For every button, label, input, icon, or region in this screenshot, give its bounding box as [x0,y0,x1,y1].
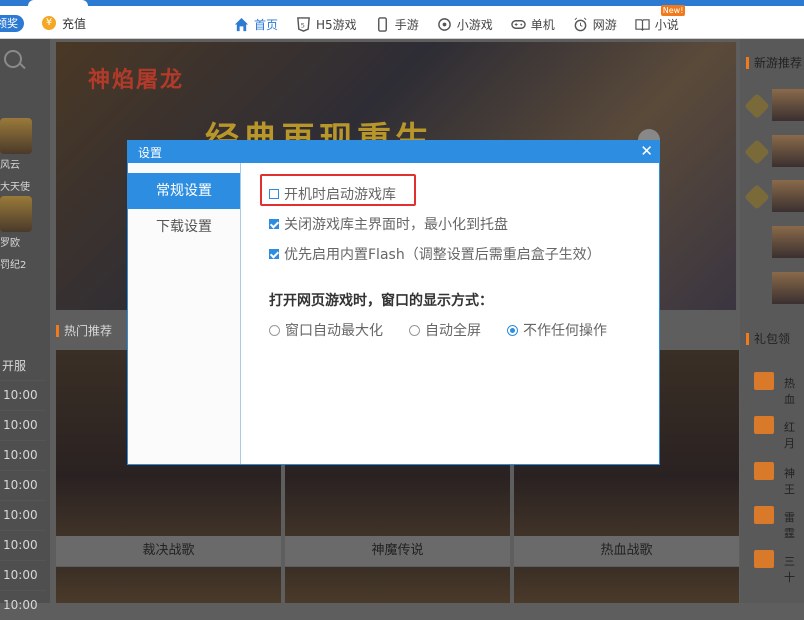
hot-section-title: 热门推荐 [56,322,112,339]
server-time-list: 10:00 10:00 10:00 10:00 10:00 10:00 10:0… [0,380,46,620]
maximize-label: 窗口自动最大化 [285,323,383,339]
nav-mobile-label: 手游 [394,17,419,32]
server-time: 10:00 [0,560,46,590]
coin-icon: ¥ [42,16,56,30]
new-game-thumb[interactable] [772,135,804,167]
svg-text:5: 5 [301,21,305,29]
close-icon[interactable]: ✕ [640,142,653,160]
game-card-title[interactable]: 裁决战歌 [56,536,281,566]
server-time: 10:00 [0,410,46,440]
window-mode-radios: 窗口自动最大化 自动全屏 不作任何操作 [269,320,607,340]
server-time: 10:00 [0,590,46,620]
window-tab[interactable] [28,0,88,6]
nav-mobile[interactable]: 手游 [375,13,419,35]
builtin-flash-checkbox[interactable] [269,249,279,259]
home-icon [234,17,249,31]
autostart-checkbox[interactable] [269,189,279,199]
game-card[interactable] [285,567,510,603]
none-label: 不作任何操作 [523,323,607,339]
nav-novel[interactable]: 小说 New! [635,5,686,35]
nav-home-label: 首页 [254,17,279,32]
radio-maximize[interactable]: 窗口自动最大化 [269,320,383,340]
server-time: 10:00 [0,380,46,410]
new-game-thumb[interactable] [772,226,804,258]
tab-general[interactable]: 常规设置 [128,173,240,209]
left-game-label: 罚纪2 [0,260,27,271]
left-game-thumb[interactable] [0,196,32,232]
server-open-title: 开服 [2,359,27,373]
new-game-thumb[interactable] [772,89,804,121]
nav-novel-label: 小说 [654,17,679,32]
minigame-icon [437,17,451,31]
search-icon[interactable] [4,50,22,68]
new-games-title: 新游推荐 [746,54,802,71]
gift-icon [754,372,774,390]
option-minimize-tray[interactable]: 关闭游戏库主界面时，最小化到托盘 [269,214,508,234]
game-card-title[interactable]: 神魔传说 [285,536,510,566]
nav-single-label: 单机 [530,17,555,32]
gift-label[interactable]: 雷霆 [784,509,804,541]
builtin-flash-label: 优先启用内置Flash（调整设置后需重启盒子生效） [284,247,601,263]
gift-label[interactable]: 三十 [784,553,804,585]
gamepad-icon [510,19,526,29]
autostart-label: 开机时启动游戏库 [284,187,396,203]
game-card[interactable] [514,567,739,603]
option-autostart[interactable]: 开机时启动游戏库 [269,184,396,204]
clock-icon [574,17,587,31]
left-game-label: 大天使 [0,182,30,193]
nav-home[interactable]: 首页 [234,13,278,35]
new-badge: New! [660,5,686,16]
game-card[interactable] [56,567,281,603]
book-icon [635,18,650,31]
settings-tabs: 常规设置 下载设置 [128,163,241,464]
gift-label[interactable]: 红月 [784,419,804,451]
phone-icon [377,16,387,32]
left-game-label: 罗欧 [0,238,20,249]
radio-none[interactable]: 不作任何操作 [507,320,607,340]
gift-label[interactable]: 神王 [784,465,804,497]
nav-single[interactable]: 单机 [510,13,555,35]
gift-label[interactable]: 热血 [784,375,804,407]
tab-download[interactable]: 下载设置 [128,209,240,245]
game-card-title[interactable]: 热血战歌 [514,536,739,566]
new-game-thumb[interactable] [772,272,804,304]
left-game-label: 风云 [0,160,20,171]
recharge-link[interactable]: 充值 [62,15,86,32]
minimize-tray-label: 关闭游戏库主界面时，最小化到托盘 [284,217,508,233]
new-game-thumb[interactable] [772,180,804,212]
gift-icon [754,462,774,480]
nav-minigame[interactable]: 小游戏 [437,13,493,35]
gift-icon [754,416,774,434]
nav-h5-label: H5游戏 [316,17,357,32]
dialog-title: 设置 [138,146,163,160]
server-time: 10:00 [0,440,46,470]
server-time: 10:00 [0,500,46,530]
nav-minigame-label: 小游戏 [456,17,493,32]
server-time: 10:00 [0,530,46,560]
fullscreen-label: 自动全屏 [425,323,481,339]
fullscreen-radio[interactable] [409,324,420,336]
dialog-titlebar[interactable]: 设置 ✕ [128,141,659,163]
gift-icon [754,506,774,524]
server-time: 10:00 [0,470,46,500]
radio-fullscreen[interactable]: 自动全屏 [409,320,481,340]
banner-logo: 神焰屠龙 [88,68,185,93]
main-nav: 首页 5 H5游戏 手游 小游戏 单机 网游 小说 New! [234,5,686,35]
maximize-radio[interactable] [269,324,280,336]
left-game-thumb[interactable] [0,118,32,154]
none-radio[interactable] [507,324,518,336]
top-bar: 领奖 ¥ 充值 首页 5 H5游戏 手游 小游戏 单机 网游 小说 New! [0,0,804,39]
window-mode-heading: 打开网页游戏时，窗口的显示方式： [269,293,493,309]
option-builtin-flash[interactable]: 优先启用内置Flash（调整设置后需重启盒子生效） [269,244,601,264]
reward-pill[interactable]: 领奖 [0,15,24,32]
gift-icon [754,550,774,568]
nav-h5[interactable]: 5 H5游戏 [296,13,357,35]
h5-icon: 5 [297,16,310,32]
nav-online-label: 网游 [592,17,617,32]
gift-section-title: 礼包领 [746,330,790,347]
minimize-tray-checkbox[interactable] [269,219,279,229]
nav-online[interactable]: 网游 [573,13,617,35]
settings-dialog: 设置 ✕ 常规设置 下载设置 开机时启动游戏库 关闭游戏库主界面时，最小化到托盘… [127,140,660,465]
